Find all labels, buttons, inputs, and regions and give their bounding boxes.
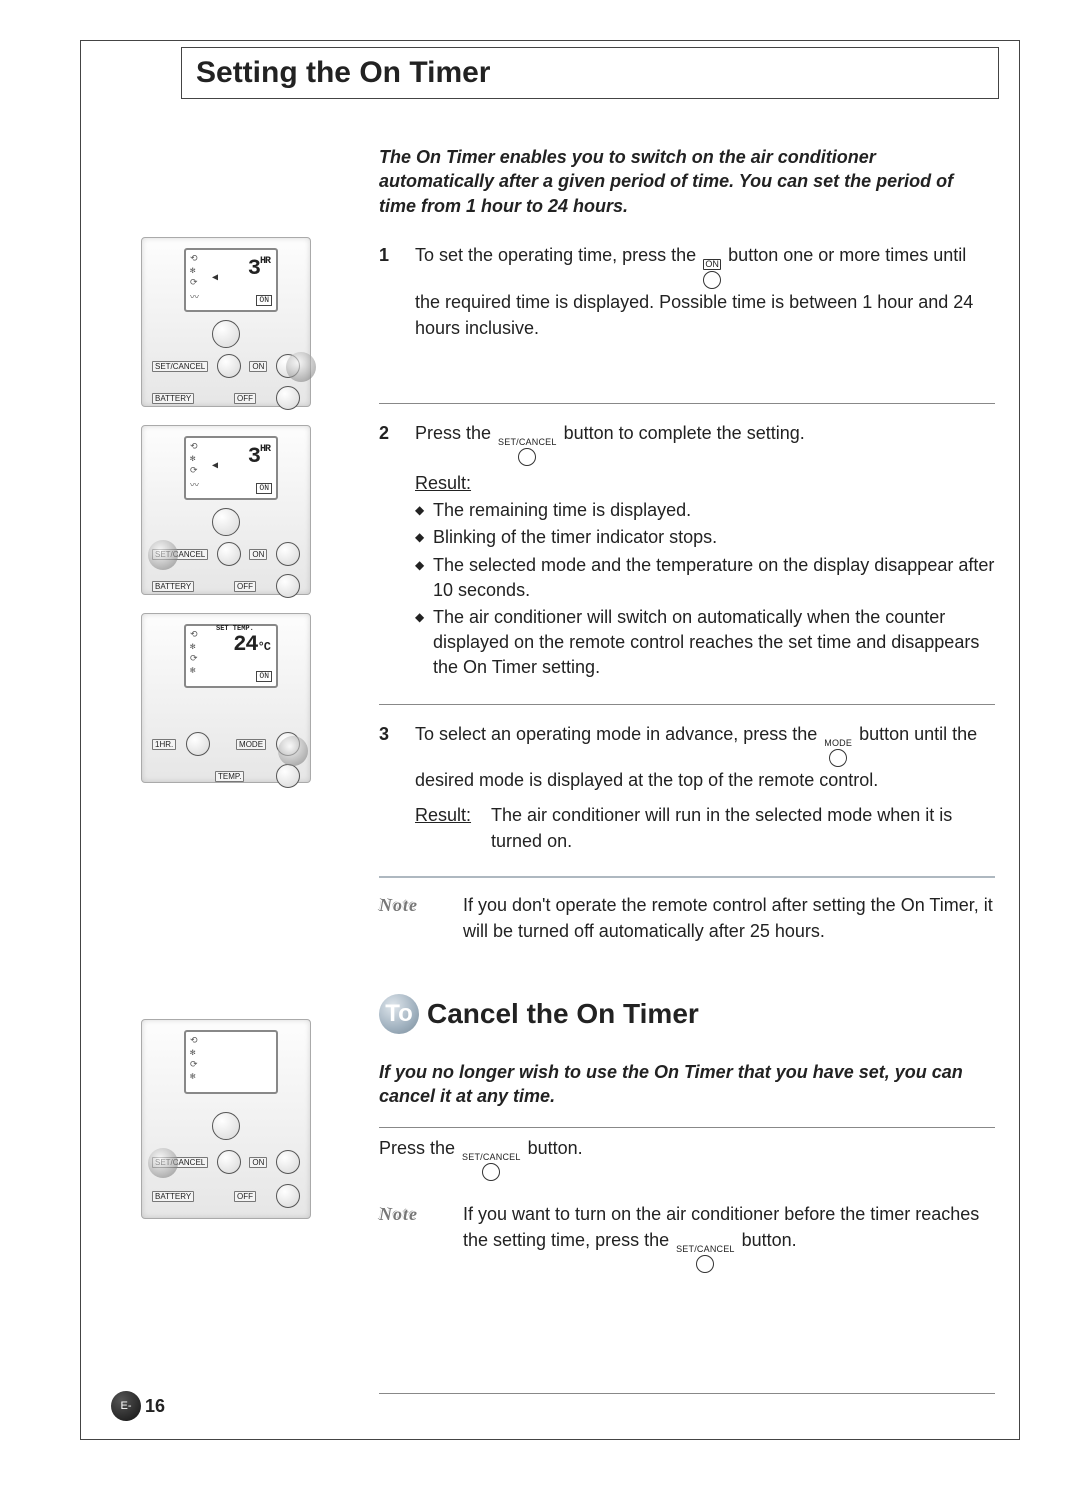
divider (379, 1127, 995, 1128)
power-button (212, 320, 240, 348)
step-text: To select an operating mode in advance, … (415, 724, 822, 744)
step-1: 1 To set the operating time, press the O… (379, 236, 995, 353)
mode-button-icon: MODE (824, 739, 852, 767)
note-label: Note (379, 1201, 439, 1273)
lcd-display: ⟲✻⟳〰 ◀ 3HR ON (184, 248, 278, 312)
remote-figure-2: ⟲✻⟳〰 ◀ 3HR ON SET/CANCEL ON BATTERY OFF (141, 425, 311, 595)
set-cancel-button-icon: SET/CANCEL (462, 1153, 521, 1181)
section-2-heading: To Cancel the On Timer (379, 994, 995, 1034)
result-text: The air conditioner will run in the sele… (491, 802, 995, 854)
step-number: 3 (379, 721, 399, 853)
on-label: ON (249, 1157, 267, 1168)
off-timer-button (276, 1184, 300, 1208)
remote-figure-1: ⟲✻⟳〰 ◀ 3HR ON SET/CANCEL ON BATTERY OFF (141, 237, 311, 407)
battery-label: BATTERY (152, 581, 194, 592)
step-number: 2 (379, 420, 399, 682)
on-button-icon: ON (703, 259, 721, 289)
off-timer-button (276, 386, 300, 410)
set-cancel-button-icon: SET/CANCEL (498, 438, 557, 466)
set-cancel-button (217, 542, 241, 566)
mode-button (276, 732, 300, 756)
note-label: Note (379, 892, 439, 944)
step-text: To set the operating time, press the (415, 245, 701, 265)
battery-label: BATTERY (152, 393, 194, 404)
hr-button (186, 732, 210, 756)
on-timer-button (276, 1150, 300, 1174)
on-timer-button (276, 354, 300, 378)
lcd-display: SET TEMP. ⟲✻⟳❄ 24°C ON (184, 624, 278, 688)
power-button (212, 1112, 240, 1140)
divider (379, 704, 995, 705)
result-bullet: The selected mode and the temperature on… (415, 553, 995, 603)
battery-label: BATTERY (152, 1191, 194, 1202)
set-cancel-button (217, 354, 241, 378)
divider (379, 1393, 995, 1394)
note-1: Note If you don't operate the remote con… (379, 892, 995, 944)
section-2-title: Cancel the On Timer (427, 998, 699, 1030)
on-timer-button (276, 542, 300, 566)
title-box: Setting the On Timer (181, 47, 999, 99)
section-2-intro: If you no longer wish to use the On Time… (379, 1060, 995, 1109)
off-label: OFF (234, 581, 256, 592)
temp-button (276, 764, 300, 788)
result-bullet: The air conditioner will switch on autom… (415, 605, 995, 681)
off-label: OFF (234, 393, 256, 404)
on-label: ON (249, 361, 267, 372)
section-badge: To (379, 994, 419, 1034)
set-cancel-label: SET/CANCEL (152, 549, 208, 560)
note-text: If you want to turn on the air condition… (463, 1201, 995, 1273)
temp-label: TEMP. (215, 771, 244, 782)
set-cancel-label: SET/CANCEL (152, 361, 208, 372)
step-2: 2 Press the SET/CANCEL button to complet… (379, 414, 995, 694)
step-number: 1 (379, 242, 399, 341)
set-cancel-button (217, 1150, 241, 1174)
on-label: ON (249, 549, 267, 560)
step-text: Press the (415, 423, 496, 443)
result-bullet: Blinking of the timer indicator stops. (415, 525, 995, 550)
mode-label: MODE (236, 739, 266, 750)
figure-column: ⟲✻⟳〰 ◀ 3HR ON SET/CANCEL ON BATTERY OFF (101, 127, 351, 1404)
step-3: 3 To select an operating mode in advance… (379, 715, 995, 865)
lcd-display: ⟲✻⟳〰 ◀ 3HR ON (184, 436, 278, 500)
page-number: E- 16 (111, 1391, 165, 1421)
page-frame: Setting the On Timer ⟲✻⟳〰 ◀ 3HR ON SET/C… (80, 40, 1020, 1440)
page-title: Setting the On Timer (196, 56, 984, 90)
divider (379, 403, 995, 404)
set-cancel-button-icon: SET/CANCEL (676, 1245, 735, 1273)
divider (379, 876, 995, 878)
lcd-display: ⟲✻⟳❄ (184, 1030, 278, 1094)
result-bullet: The remaining time is displayed. (415, 498, 995, 523)
set-cancel-label: SET/CANCEL (152, 1157, 208, 1168)
text-column: The On Timer enables you to switch on th… (351, 127, 999, 1404)
intro-text: The On Timer enables you to switch on th… (379, 145, 995, 218)
result-label: Result: (415, 802, 471, 854)
power-button (212, 508, 240, 536)
off-timer-button (276, 574, 300, 598)
result-label: Result: (415, 473, 471, 493)
note-2: Note If you want to turn on the air cond… (379, 1201, 995, 1273)
step-text: button to complete the setting. (564, 423, 805, 443)
remote-figure-3: SET TEMP. ⟲✻⟳❄ 24°C ON 1HR. MODE TEMP. (141, 613, 311, 783)
remote-figure-4: ⟲✻⟳❄ SET/CANCEL ON BATTERY OFF (141, 1019, 311, 1219)
off-label: OFF (234, 1191, 256, 1202)
note-text: If you don't operate the remote control … (463, 892, 995, 944)
cancel-action: Press the SET/CANCEL button. (379, 1138, 995, 1181)
hr-label: 1HR. (152, 739, 176, 750)
